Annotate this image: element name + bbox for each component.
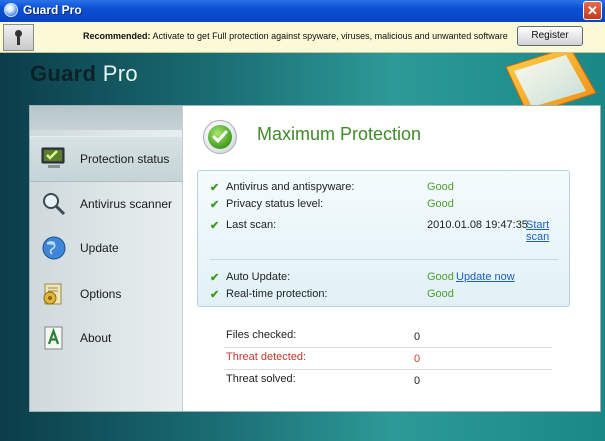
- title-bar: Guard Pro ✕: [0, 0, 605, 22]
- page-title: Maximum Protection: [257, 124, 422, 144]
- recommendation-text: Recommended: Activate to get Full protec…: [83, 31, 508, 41]
- recommendation-message: Activate to get Full protection against …: [152, 31, 508, 41]
- check-icon: ✔: [210, 272, 220, 284]
- stat-label: Threat detected:: [226, 351, 307, 363]
- sidebar-item-antivirus-scanner[interactable]: Antivirus scanner: [30, 182, 182, 226]
- sidebar-item-label: Update: [80, 241, 119, 255]
- magnifier-icon: [41, 191, 67, 217]
- status-label: Privacy status level:: [226, 198, 324, 210]
- status-value: 2010.01.08 19:47:35: [427, 219, 528, 231]
- sidebar-item-about[interactable]: About: [30, 316, 182, 360]
- status-value: Good: [427, 198, 454, 210]
- sidebar-item-label: Protection status: [80, 152, 170, 166]
- sidebar: Protection status Antivirus scanner Upda…: [30, 106, 183, 411]
- stat-row: Threat detected: 0: [224, 347, 552, 370]
- globe-icon: [41, 235, 67, 261]
- status-value: Good: [427, 181, 454, 193]
- status-label: Auto Update:: [226, 271, 291, 283]
- status-row: ✔ Real-time protection: Good: [210, 288, 565, 304]
- update-now-link[interactable]: Update now: [456, 271, 515, 283]
- stat-label: Threat solved:: [226, 373, 296, 385]
- brand-suffix: Pro: [102, 61, 138, 86]
- check-icon: ✔: [210, 220, 220, 232]
- check-icon: ✔: [210, 199, 220, 211]
- sidebar-item-update[interactable]: Update: [30, 226, 182, 270]
- app-icon: [4, 3, 18, 17]
- status-row: ✔ Auto Update: Good Update now: [210, 271, 565, 287]
- recommendation-label: Recommended:: [83, 31, 151, 41]
- stat-value: 0: [414, 375, 421, 387]
- stat-value: 0: [414, 353, 421, 365]
- check-icon: ✔: [210, 182, 220, 194]
- stat-row: Threat solved: 0: [224, 369, 552, 391]
- lock-icon: [3, 24, 34, 51]
- status-row: ✔ Privacy status level: Good: [210, 198, 565, 214]
- about-icon: [41, 325, 67, 351]
- stat-row: Files checked: 0: [224, 325, 552, 348]
- status-label: Antivirus and antispyware:: [226, 181, 355, 193]
- sidebar-item-label: Options: [80, 287, 122, 301]
- sidebar-item-protection-status[interactable]: Protection status: [30, 136, 182, 182]
- status-value: Good: [427, 271, 454, 283]
- scan-stats: Files checked: 0 Threat detected: 0 Thre…: [224, 325, 554, 395]
- sidebar-item-label: About: [80, 331, 112, 345]
- status-label: Real-time protection:: [226, 288, 328, 300]
- options-icon: [41, 281, 67, 307]
- start-scan-link[interactable]: Start scan: [526, 219, 565, 243]
- brand-name: Guard: [30, 61, 97, 86]
- status-value: Good: [427, 288, 454, 300]
- divider: [210, 259, 558, 260]
- shield-check-icon: [203, 120, 237, 154]
- close-icon: ✕: [587, 3, 598, 18]
- brand-logo: Guard Pro: [30, 61, 138, 87]
- monitor-check-icon: [41, 146, 67, 172]
- recommendation-bar: Recommended: Activate to get Full protec…: [0, 22, 605, 53]
- status-box: ✔ Antivirus and antispyware: Good ✔ Priv…: [197, 170, 570, 307]
- window-title: Guard Pro: [23, 3, 82, 17]
- stat-label: Files checked:: [226, 329, 297, 341]
- status-row: ✔ Antivirus and antispyware: Good: [210, 181, 565, 197]
- sidebar-item-label: Antivirus scanner: [80, 197, 173, 211]
- sidebar-item-options[interactable]: Options: [30, 272, 182, 316]
- status-label: Last scan:: [226, 219, 277, 231]
- close-button[interactable]: ✕: [583, 1, 602, 20]
- status-row: ✔ Last scan: 2010.01.08 19:47:35 Start s…: [210, 219, 565, 243]
- register-button[interactable]: Register: [517, 26, 583, 46]
- stat-value: 0: [414, 331, 421, 343]
- check-icon: ✔: [210, 289, 220, 301]
